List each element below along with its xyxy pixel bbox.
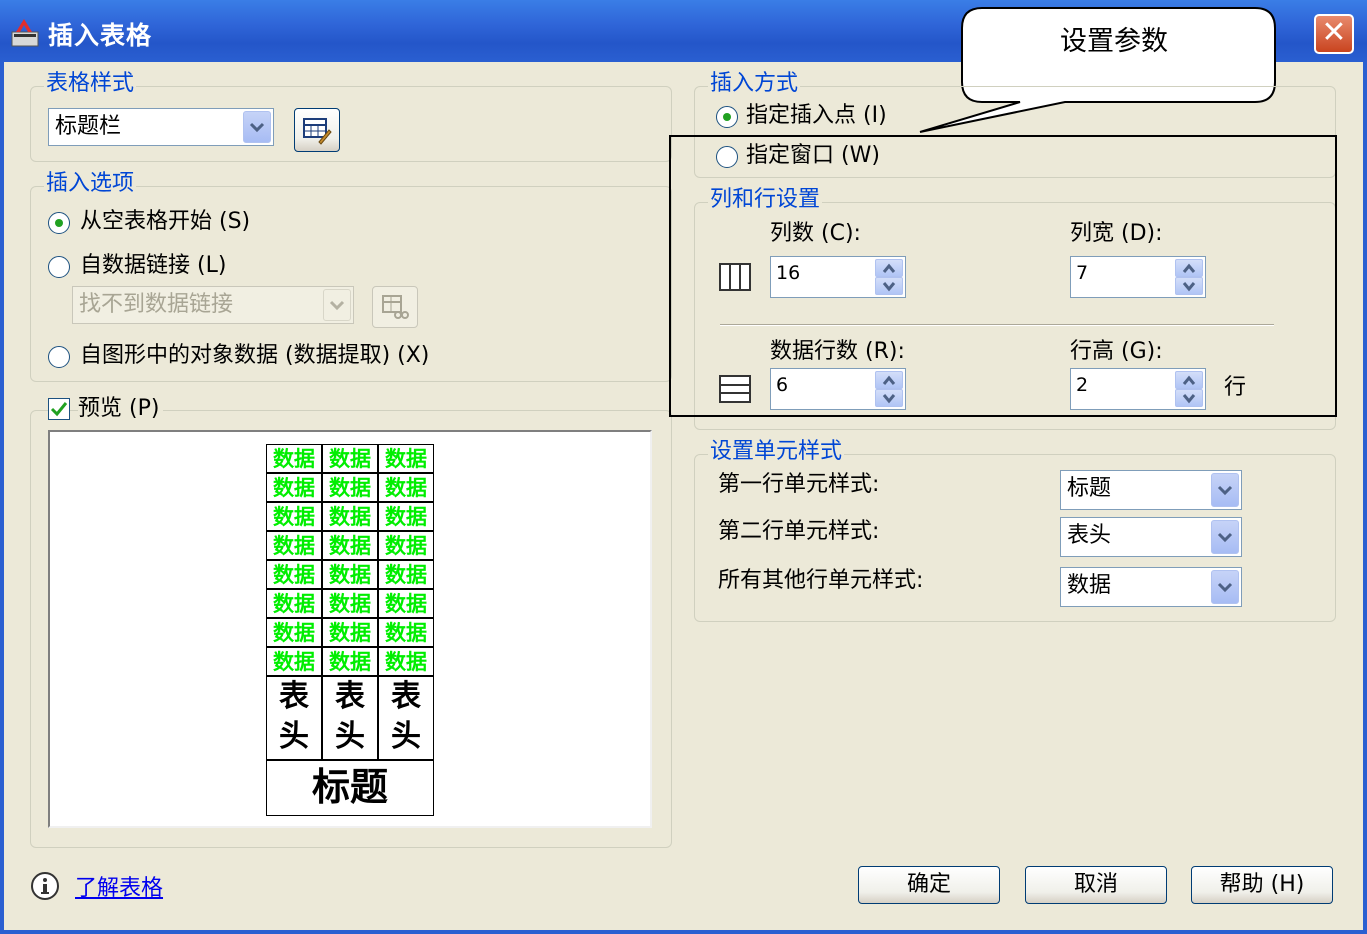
preview-data-cell: 数据 [378,560,434,589]
preview-data-cell: 数据 [322,618,378,647]
start-empty-radio[interactable] [48,212,70,234]
data-link-icon [382,295,409,319]
highlight-frame [669,135,1337,417]
preview-data-cell: 数据 [322,589,378,618]
chevron-down-icon[interactable] [323,289,351,321]
preview-data-cell: 数据 [378,589,434,618]
insert-point-label: 指定插入点 (I) [746,103,887,128]
preview-title-cell: 标题 [266,760,434,816]
preview-label: 预览 (P) [78,396,164,422]
learn-tables-link[interactable]: 了解表格 [75,870,163,902]
other-rows-style-value: 数据 [1067,573,1112,598]
preview-data-cell: 数据 [266,473,322,502]
table-style-select[interactable]: 标题栏 [48,108,274,146]
callout-text: 设置参数 [1060,26,1168,57]
other-rows-style-label: 所有其他行单元样式: [718,568,924,593]
preview-data-cell: 数据 [266,531,322,560]
preview-data-cell: 数据 [266,618,322,647]
from-data-link-label: 自数据链接 (L) [80,253,227,278]
data-link-value: 找不到数据链接 [79,292,234,317]
data-link-select[interactable]: 找不到数据链接 [72,286,354,324]
preview-data-cell: 数据 [378,618,434,647]
preview-data-cell: 数据 [378,473,434,502]
insert-point-radio[interactable] [716,106,738,128]
ok-button[interactable]: 确定 [858,866,1000,904]
close-button[interactable]: ✕ [1314,14,1354,54]
cancel-button[interactable]: 取消 [1025,866,1167,904]
preview-data-cell: 数据 [378,444,434,473]
from-data-link-radio[interactable] [48,256,70,278]
preview-header-cell: 表头 [322,676,378,760]
insert-options-legend: 插入选项 [44,171,137,196]
table-preview: 数据 数据 数据 数据 数据 数据 数据 数据 数据 数据 数据 数据 数据 数据 数据 数据 数据 数据 数据 数据… [48,430,652,828]
second-row-style-value: 表头 [1067,523,1112,548]
preview-data-cell: 数据 [378,647,434,676]
first-row-style-value: 标题 [1067,476,1112,501]
autocad-app-icon [10,18,42,48]
chevron-down-icon[interactable] [1211,570,1239,604]
chevron-down-icon[interactable] [1211,473,1239,507]
chevron-down-icon[interactable] [1211,520,1239,554]
preview-header-cell: 表头 [266,676,322,760]
table-style-legend: 表格样式 [44,71,137,96]
second-row-style-label: 第二行单元样式: [718,519,880,544]
checkmark-icon [50,402,68,417]
start-empty-label: 从空表格开始 (S) [80,209,251,234]
preview-data-cell: 数据 [266,502,322,531]
preview-data-cell: 数据 [322,560,378,589]
preview-data-cell: 数据 [266,444,322,473]
preview-data-cell: 数据 [378,502,434,531]
preview-data-cell: 数据 [322,502,378,531]
window-title: 插入表格 [48,21,153,50]
help-button[interactable]: 帮助 (H) [1191,866,1333,904]
preview-data-cell: 数据 [322,647,378,676]
from-object-data-radio[interactable] [48,346,70,368]
preview-data-cell: 数据 [266,647,322,676]
preview-header-cell: 表头 [378,676,434,760]
preview-data-cell: 数据 [322,531,378,560]
from-object-data-label: 自图形中的对象数据 (数据提取) (X) [80,343,430,368]
second-row-style-select[interactable]: 表头 [1060,517,1242,557]
preview-data-cell: 数据 [378,531,434,560]
preview-data-cell: 数据 [266,560,322,589]
preview-checkbox[interactable] [48,398,70,420]
data-link-manager-button[interactable] [372,286,418,328]
cell-style-legend: 设置单元样式 [708,439,845,464]
table-style-dialog-button[interactable] [294,108,340,152]
info-icon [30,871,60,905]
preview-data-cell: 数据 [322,444,378,473]
table-style-value: 标题栏 [55,114,122,139]
chevron-down-icon[interactable] [243,111,271,143]
first-row-style-label: 第一行单元样式: [718,472,880,497]
other-rows-style-select[interactable]: 数据 [1060,567,1242,607]
first-row-style-select[interactable]: 标题 [1060,470,1242,510]
preview-data-cell: 数据 [322,473,378,502]
insert-method-legend: 插入方式 [708,71,801,96]
preview-table: 数据 数据 数据 数据 数据 数据 数据 数据 数据 数据 数据 数据 数据 数据 数据 数据 数据 数据 数据 数据… [266,444,434,816]
preview-data-cell: 数据 [266,589,322,618]
table-style-edit-icon [303,118,332,145]
